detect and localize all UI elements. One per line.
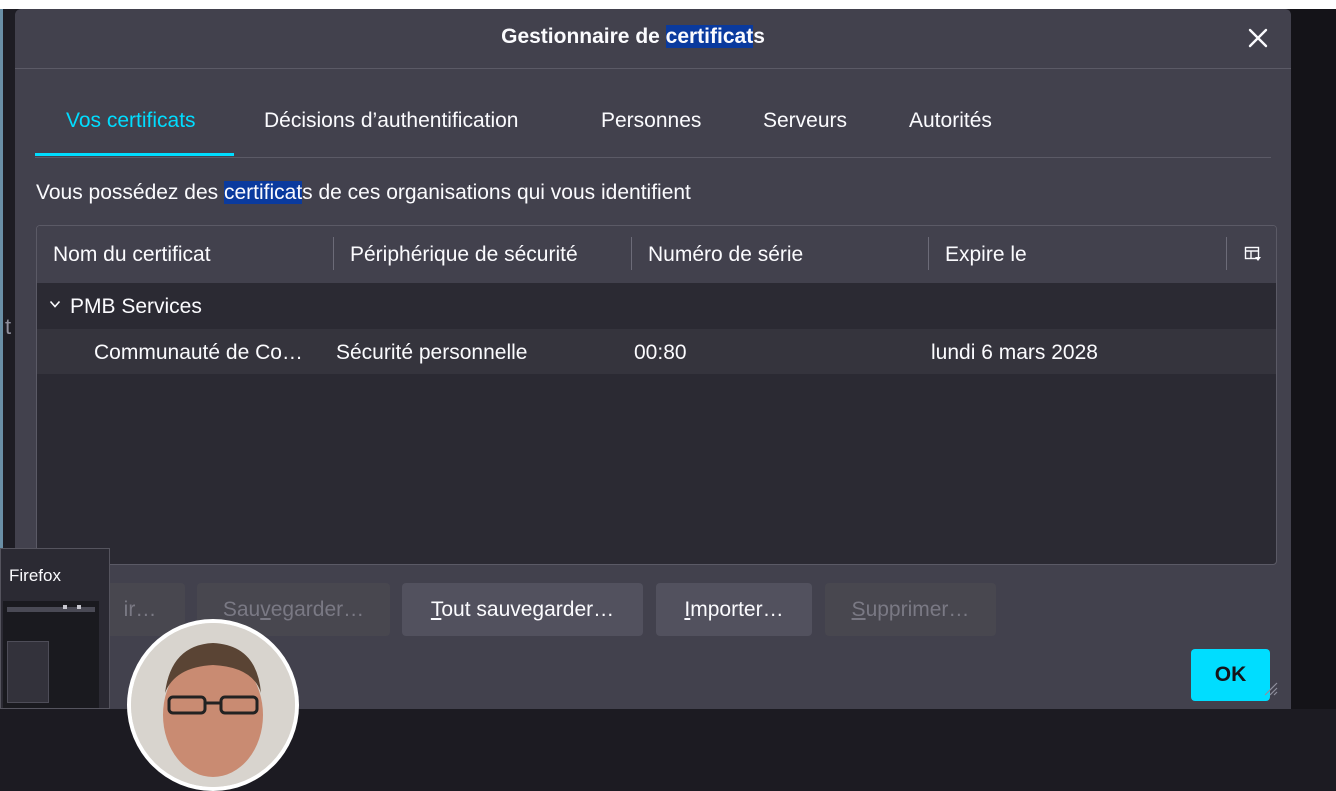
preview-panel	[7, 641, 49, 703]
tab-people[interactable]: Personnes	[601, 109, 701, 133]
delete-button[interactable]: Supprimer…	[825, 583, 996, 636]
close-button[interactable]	[1243, 23, 1273, 53]
tree-group-row[interactable]: PMB Services	[37, 283, 1276, 328]
preview-dot	[63, 605, 67, 609]
screen-top-border	[0, 0, 1336, 9]
resize-grip-icon[interactable]	[1262, 680, 1278, 696]
certificate-manager-dialog: Gestionnaire de certificats Vos certific…	[15, 9, 1291, 709]
description-search-highlight: certificat	[223, 181, 303, 204]
tab-authorities[interactable]: Autorités	[909, 109, 992, 133]
preview-screenshot	[3, 601, 99, 708]
column-header-name[interactable]: Nom du certificat	[53, 243, 211, 267]
column-splitter[interactable]	[1226, 237, 1227, 270]
close-icon	[1248, 28, 1268, 48]
background-text-fragment: t	[5, 314, 12, 339]
person-photo	[131, 623, 295, 787]
column-header-expires[interactable]: Expire le	[945, 243, 1027, 267]
cell-security-device: Sécurité personnelle	[336, 341, 528, 364]
dialog-titlebar: Gestionnaire de certificats	[15, 9, 1291, 69]
chevron-down-icon[interactable]	[49, 299, 61, 309]
avatar-photo	[131, 623, 295, 787]
group-name: PMB Services	[70, 295, 202, 318]
column-splitter[interactable]	[333, 237, 334, 270]
backup-all-button[interactable]: Tout sauvegarder…	[402, 583, 643, 636]
background-window-right	[1290, 9, 1336, 709]
cell-expiry-date: lundi 6 mars 2028	[931, 341, 1098, 364]
column-picker-icon[interactable]	[1244, 245, 1262, 263]
taskbar-window-preview[interactable]: Firefox	[0, 548, 110, 709]
dialog-title: Gestionnaire de certificats	[501, 25, 765, 48]
tab-authentication-decisions[interactable]: Décisions d’authentification	[264, 109, 518, 133]
webcam-overlay-avatar	[127, 619, 299, 791]
ok-button[interactable]: OK	[1191, 649, 1270, 701]
tab-bar: Vos certificats Décisions d’authentifica…	[35, 104, 1271, 158]
certificate-tree[interactable]: Nom du certificat Périphérique de sécuri…	[36, 225, 1277, 565]
title-search-highlight: certificat	[665, 25, 754, 48]
preview-dot	[77, 605, 81, 609]
preview-title: Firefox	[9, 566, 61, 585]
table-row[interactable]: Communauté de Co… Sécurité personnelle 0…	[37, 329, 1276, 374]
cell-serial-number: 00:80	[634, 341, 687, 364]
tree-header: Nom du certificat Périphérique de sécuri…	[37, 226, 1276, 284]
preview-toolbar	[7, 607, 95, 612]
tab-description: Vous possédez des certificats de ces org…	[36, 181, 691, 204]
tab-your-certificates[interactable]: Vos certificats	[66, 109, 196, 133]
selected-tab-indicator	[35, 153, 234, 156]
column-header-serial[interactable]: Numéro de série	[648, 243, 803, 267]
import-button[interactable]: Importer…	[656, 583, 812, 636]
column-header-device[interactable]: Périphérique de sécurité	[350, 243, 578, 267]
column-splitter[interactable]	[928, 237, 929, 270]
column-splitter[interactable]	[631, 237, 632, 270]
tab-servers[interactable]: Serveurs	[763, 109, 847, 133]
cell-certificate-name: Communauté de Co…	[94, 341, 303, 364]
